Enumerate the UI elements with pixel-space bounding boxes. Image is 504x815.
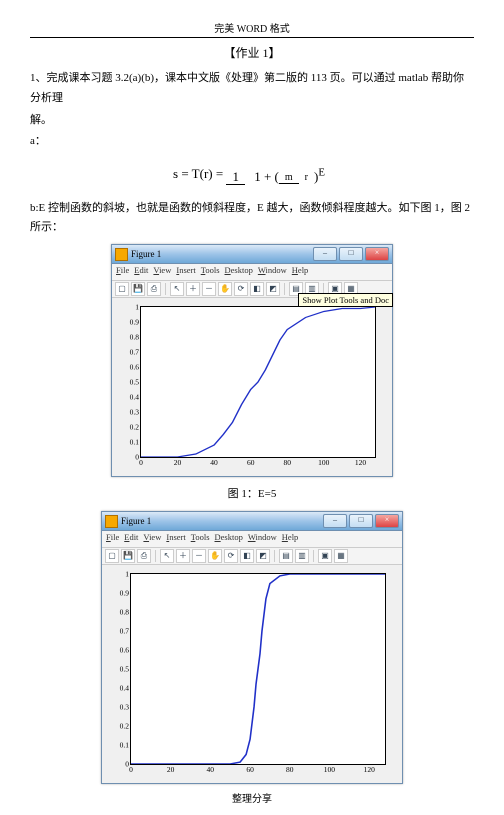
menu-tools[interactable]: Tools — [201, 265, 220, 279]
menu-help[interactable]: Help — [282, 532, 299, 546]
pointer-icon[interactable]: ↖ — [170, 282, 184, 296]
curve-e5 — [141, 307, 375, 457]
new-icon[interactable]: ▢ — [115, 282, 129, 296]
formula-denominator: 1 + (mr)E — [248, 169, 331, 184]
titlebar[interactable]: Figure 1 – □ × — [102, 512, 402, 531]
figure-1-caption: 图 1：E=5 — [30, 485, 474, 501]
legend-icon[interactable]: ▤ — [279, 549, 293, 563]
axes-1[interactable]: 0 0.1 0.2 0.3 0.4 0.5 0.6 0.7 0.8 0.9 1 … — [140, 306, 376, 458]
matlab-figure-window-2: Figure 1 – □ × File Edit View Insert Too… — [101, 511, 403, 784]
plot-area: 0 0.1 0.2 0.3 0.4 0.5 0.6 0.7 0.8 0.9 1 … — [112, 298, 392, 476]
close-button[interactable]: × — [365, 247, 389, 261]
curve-large-e — [131, 574, 385, 764]
pan-icon[interactable]: ✋ — [218, 282, 232, 296]
assignment-title: 【作业 1】 — [30, 44, 474, 61]
question-line-1: 1、完成课本习题 3.2(a)(b)，课本中文版《处理》第二版的 113 页。可… — [30, 69, 474, 109]
rotate-icon[interactable]: ⟳ — [234, 282, 248, 296]
page-footer: 整理分享 — [30, 790, 474, 805]
rotate-icon[interactable]: ⟳ — [224, 549, 238, 563]
part-a-label: a： — [30, 132, 474, 152]
menu-help[interactable]: Help — [292, 265, 309, 279]
brush-icon[interactable]: ◩ — [266, 282, 280, 296]
menu-tools[interactable]: Tools — [191, 532, 210, 546]
menu-insert[interactable]: Insert — [176, 265, 195, 279]
menu-file[interactable]: File — [106, 532, 119, 546]
formula-numerator: 1 — [226, 169, 245, 185]
menubar: File Edit View Insert Tools Desktop Wind… — [102, 531, 402, 548]
window-title: Figure 1 — [121, 516, 151, 526]
menu-edit[interactable]: Edit — [124, 532, 138, 546]
menu-view[interactable]: View — [153, 265, 171, 279]
matlab-icon — [115, 248, 128, 261]
formula-main-fraction: 1 1 + (mr)E — [226, 166, 331, 184]
menu-view[interactable]: View — [143, 532, 161, 546]
figure-2-container: Figure 1 – □ × File Edit View Insert Too… — [30, 511, 474, 784]
zoom-out-icon[interactable]: － — [202, 282, 216, 296]
zoom-out-icon[interactable]: － — [192, 549, 206, 563]
header-rule — [30, 37, 474, 38]
menu-insert[interactable]: Insert — [166, 532, 185, 546]
toolbar: ▢ 💾 ⎙ ↖ ＋ － ✋ ⟳ ◧ ◩ ▤ ▥ ▣ ▦ — [102, 548, 402, 565]
formula-block: s = T(r) = 1 1 + (mr)E — [30, 166, 474, 184]
window-title: Figure 1 — [131, 249, 161, 259]
question-line-2: 解。 — [30, 111, 474, 131]
pointer-icon[interactable]: ↖ — [160, 549, 174, 563]
menu-edit[interactable]: Edit — [134, 265, 148, 279]
save-icon[interactable]: 💾 — [121, 549, 135, 563]
plottools-icon[interactable]: ▣ — [318, 549, 332, 563]
print-icon[interactable]: ⎙ — [147, 282, 161, 296]
matlab-figure-window-1: Figure 1 – □ × File Edit View Insert Too… — [111, 244, 393, 477]
menu-desktop[interactable]: Desktop — [225, 265, 253, 279]
datatip-icon[interactable]: ◧ — [250, 282, 264, 296]
brush-icon[interactable]: ◩ — [256, 549, 270, 563]
pan-icon[interactable]: ✋ — [208, 549, 222, 563]
print-icon[interactable]: ⎙ — [137, 549, 151, 563]
part-b-text: b:E 控制函数的斜坡，也就是函数的倾斜程度，E 越大，函数倾斜程度越大。如下图… — [30, 199, 474, 239]
menu-window[interactable]: Window — [248, 532, 277, 546]
axes-2[interactable]: 0 0.1 0.2 0.3 0.4 0.5 0.6 0.7 0.8 0.9 1 … — [130, 573, 386, 765]
save-icon[interactable]: 💾 — [131, 282, 145, 296]
zoom-in-icon[interactable]: ＋ — [186, 282, 200, 296]
zoom-in-icon[interactable]: ＋ — [176, 549, 190, 563]
figure-1-container: Figure 1 – □ × File Edit View Insert Too… — [30, 244, 474, 477]
maximize-button[interactable]: □ — [349, 514, 373, 528]
menubar: File Edit View Insert Tools Desktop Wind… — [112, 264, 392, 281]
datatip-icon[interactable]: ◧ — [240, 549, 254, 563]
new-icon[interactable]: ▢ — [105, 549, 119, 563]
minimize-button[interactable]: – — [313, 247, 337, 261]
menu-file[interactable]: File — [116, 265, 129, 279]
formula-lhs: s = T(r) = — [173, 166, 223, 181]
menu-window[interactable]: Window — [258, 265, 287, 279]
menu-desktop[interactable]: Desktop — [215, 532, 243, 546]
maximize-button[interactable]: □ — [339, 247, 363, 261]
dock-icon[interactable]: ▦ — [334, 549, 348, 563]
colorbar-icon[interactable]: ▥ — [295, 549, 309, 563]
page-header: 完美 WORD 格式 — [30, 20, 474, 35]
plot-area: 0 0.1 0.2 0.3 0.4 0.5 0.6 0.7 0.8 0.9 1 … — [102, 565, 402, 783]
close-button[interactable]: × — [375, 514, 399, 528]
minimize-button[interactable]: – — [323, 514, 347, 528]
tooltip: Show Plot Tools and Doc — [298, 293, 393, 307]
titlebar[interactable]: Figure 1 – □ × — [112, 245, 392, 264]
matlab-icon — [105, 515, 118, 528]
